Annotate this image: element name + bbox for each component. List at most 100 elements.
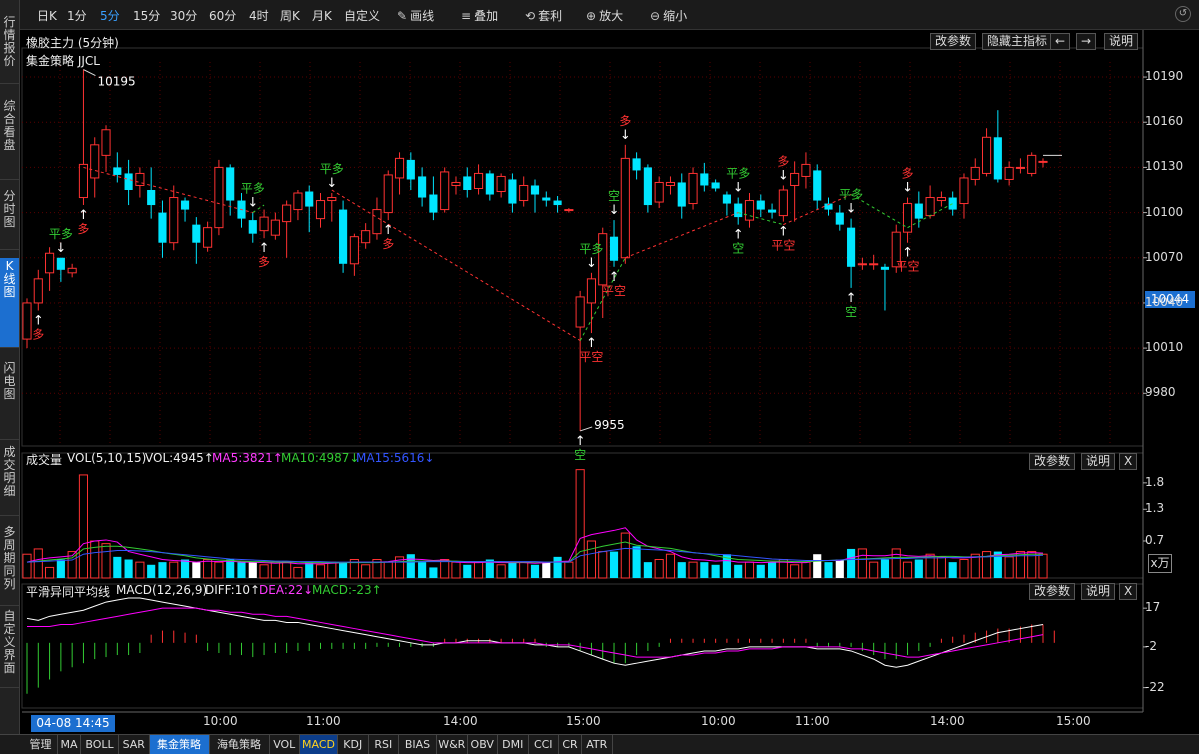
bottom-tab-12[interactable]: OBV <box>468 735 498 754</box>
candle <box>880 263 890 311</box>
candle <box>643 164 652 213</box>
signal-label: 空 <box>845 305 857 319</box>
low-marker <box>579 426 593 432</box>
candle <box>665 176 676 195</box>
candle <box>361 223 371 249</box>
signal-marker: ↓平多 <box>320 162 344 191</box>
volume-bar-up <box>869 561 879 579</box>
price-tick-6: 10010 <box>1145 340 1184 355</box>
signal-label: 平多 <box>579 242 603 256</box>
candle-body-up <box>372 209 382 235</box>
candle <box>282 200 292 258</box>
volume-bar-down <box>643 562 652 578</box>
candle <box>688 167 698 210</box>
macd_panel-btn-2[interactable]: X <box>1119 583 1138 600</box>
candle <box>56 257 65 282</box>
candle-body-up <box>361 230 371 244</box>
price-panel-btn-4[interactable]: 说明 <box>1104 33 1139 50</box>
time-tick-3: 15:00 <box>566 714 601 728</box>
arrow-up-icon: ↑ <box>778 225 789 240</box>
candle-body-up <box>1038 160 1048 163</box>
candle-body-down <box>124 173 133 190</box>
candle <box>847 218 856 288</box>
bottom-tab-15[interactable]: CR <box>559 735 582 754</box>
bottom-tab-1[interactable]: MA <box>58 735 81 754</box>
bottom-tab-6[interactable]: VOL <box>270 735 300 754</box>
volume-bar-up <box>496 564 506 579</box>
signal-label: 平空 <box>771 239 795 253</box>
candle <box>394 152 405 195</box>
volume-bar-up <box>857 548 867 579</box>
candle-body-up <box>1004 166 1014 180</box>
candle-body-up <box>259 216 269 232</box>
bottom-tab-16[interactable]: ATR <box>582 735 613 754</box>
low-label: 9955 <box>594 418 625 432</box>
bottom-tab-2[interactable]: BOLL <box>81 735 119 754</box>
bottom-tab-13[interactable]: DMI <box>498 735 529 754</box>
arrow-down-icon: ↓ <box>733 181 744 196</box>
price-panel-btn-3[interactable]: → <box>1076 33 1097 50</box>
volume_panel-btn-0[interactable]: 改参数 <box>1029 453 1076 470</box>
candle-body-down <box>147 190 156 206</box>
volume-bar-down <box>756 564 765 578</box>
signal-marker: ↓空 <box>608 189 620 218</box>
price-panel-btn-1[interactable]: 隐藏主指标 <box>982 33 1053 50</box>
bottom-tab-5[interactable]: 海龟策略 <box>210 735 270 754</box>
candle <box>857 257 867 270</box>
candle <box>801 152 811 189</box>
time-tick-5: 11:00 <box>795 714 830 728</box>
arrow-up-icon: ↑ <box>733 228 744 243</box>
kline-chart[interactable]: 101959955↑多↓平多↑多↓平多↑多↓平多↑多↑空↓平多↑平空↓空↑平空↓… <box>0 0 1199 734</box>
arrow-up-icon: ↑ <box>78 208 89 223</box>
macd-dea: DEA:22↓ <box>259 583 314 597</box>
volume-bar-up <box>744 561 755 579</box>
candle-body-down <box>463 176 472 190</box>
volume-bar-up <box>90 540 100 579</box>
signal-label: 平多 <box>49 227 73 241</box>
volume-bar-up <box>654 559 664 579</box>
candle-body-down <box>643 167 652 206</box>
candle-body-up <box>473 172 484 189</box>
bottom-tab-14[interactable]: CCI <box>529 735 559 754</box>
bottom-tab-3[interactable]: SAR <box>119 735 150 754</box>
macd-tick-1: -2 <box>1145 638 1157 653</box>
panel-frame-2 <box>21 583 1144 709</box>
candle-body-up <box>620 157 630 259</box>
candle <box>101 125 111 172</box>
candle-body-down <box>632 158 641 171</box>
signal-marker: ↑多 <box>32 313 44 341</box>
candle <box>993 110 1002 183</box>
candle <box>78 69 89 206</box>
candle-body-down <box>530 185 540 195</box>
bottom-tab-7[interactable]: MACD <box>300 735 338 754</box>
candle <box>214 159 224 236</box>
bottom-tab-4[interactable]: 集金策略 <box>149 735 210 754</box>
candle <box>169 185 179 251</box>
candle-body-down <box>768 209 777 213</box>
bottom-tab-0[interactable]: 管理 <box>24 735 58 754</box>
signal-label: 空 <box>732 242 744 256</box>
candle <box>327 193 337 222</box>
price-tick-4: 10070 <box>1145 249 1184 264</box>
arrow-down-icon: ↓ <box>586 256 597 271</box>
candle <box>485 170 494 201</box>
candle-body-up <box>45 252 55 274</box>
bottom-tab-11[interactable]: W&R <box>437 735 468 754</box>
volume_panel-btn-2[interactable]: X <box>1119 453 1138 470</box>
volume_panel-btn-1[interactable]: 说明 <box>1081 453 1116 470</box>
candle-body-down <box>226 167 235 201</box>
bottom-tab-10[interactable]: BIAS <box>399 735 437 754</box>
macd_panel-btn-0[interactable]: 改参数 <box>1029 583 1076 600</box>
candle-body-up <box>959 177 969 205</box>
macd_panel-btn-1[interactable]: 说明 <box>1081 583 1116 600</box>
candle-body-up <box>857 263 867 266</box>
candle <box>902 197 913 243</box>
candle-body-down <box>553 200 562 206</box>
price-panel-btn-2[interactable]: ← <box>1050 33 1071 50</box>
price-panel-btn-0[interactable]: 改参数 <box>930 33 977 50</box>
volume-bar-down <box>113 556 122 578</box>
bottom-tab-9[interactable]: RSI <box>369 735 399 754</box>
volume-bar-down <box>734 564 743 578</box>
bottom-tab-8[interactable]: KDJ <box>338 735 369 754</box>
candle <box>586 272 597 334</box>
